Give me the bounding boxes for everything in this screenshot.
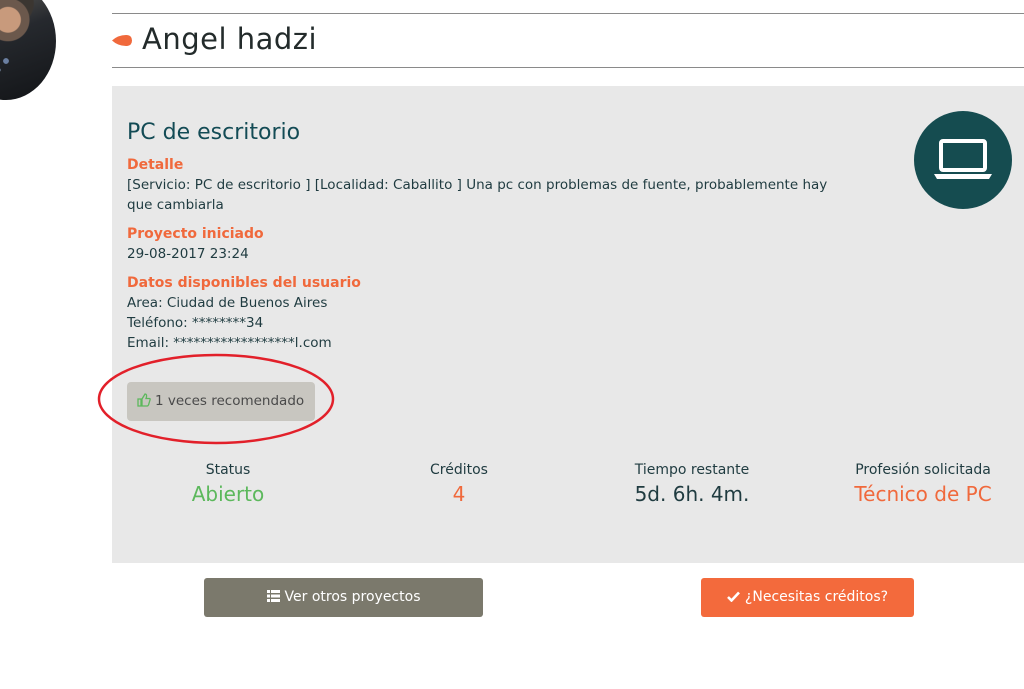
stat-title: Tiempo restante (634, 462, 750, 478)
other-projects-label: Ver otros proyectos (284, 589, 421, 605)
stat-title: Profesión solicitada (855, 462, 991, 478)
detail-text-line1: [Servicio: PC de escritorio ] [Localidad… (127, 177, 828, 193)
recommended-label: 1 veces recomendado (155, 393, 305, 409)
user-name-title: Angel hadzi (142, 22, 318, 56)
stat-profession: Profesión solicitada Técnico de PC (823, 462, 1023, 506)
recommended-badge[interactable]: 1 veces recomendado (127, 382, 315, 421)
title-bullet-icon (112, 35, 132, 46)
stat-title: Status (205, 462, 251, 478)
avatar-detail (0, 52, 14, 82)
stat-value: Técnico de PC (854, 482, 992, 506)
stat-value: Abierto (191, 482, 265, 506)
list-icon (266, 578, 280, 617)
stat-time-remaining: Tiempo restante 5d. 6h. 4m. (592, 462, 792, 506)
thumbs-up-icon (137, 382, 153, 421)
phone-value: Teléfono: ********34 (127, 315, 264, 331)
laptop-icon (914, 111, 1012, 209)
stat-title: Créditos (430, 462, 488, 478)
detail-text-line2: que cambiarla (127, 197, 224, 213)
project-title: PC de escritorio (127, 120, 301, 145)
started-label: Proyecto iniciado (127, 226, 264, 242)
email-value: Email: ******************l.com (127, 335, 332, 351)
check-icon (727, 578, 740, 617)
other-projects-button[interactable]: Ver otros proyectos (204, 578, 483, 617)
stat-credits: Créditos 4 (359, 462, 559, 506)
stat-status: Status Abierto (128, 462, 328, 506)
user-data-label: Datos disponibles del usuario (127, 275, 361, 291)
need-credits-button[interactable]: ¿Necesitas créditos? (701, 578, 914, 617)
stat-value: 4 (452, 482, 466, 506)
title-bar: Angel hadzi (112, 13, 1024, 68)
stat-value: 5d. 6h. 4m. (634, 482, 750, 506)
detail-label: Detalle (127, 157, 184, 173)
need-credits-label: ¿Necesitas créditos? (744, 589, 889, 605)
area-value: Area: Ciudad de Buenos Aires (127, 295, 328, 311)
user-avatar[interactable] (0, 0, 56, 100)
started-value: 29-08-2017 23:24 (127, 246, 249, 262)
project-card: PC de escritorio Detalle [Servicio: PC d… (97, 86, 1024, 563)
